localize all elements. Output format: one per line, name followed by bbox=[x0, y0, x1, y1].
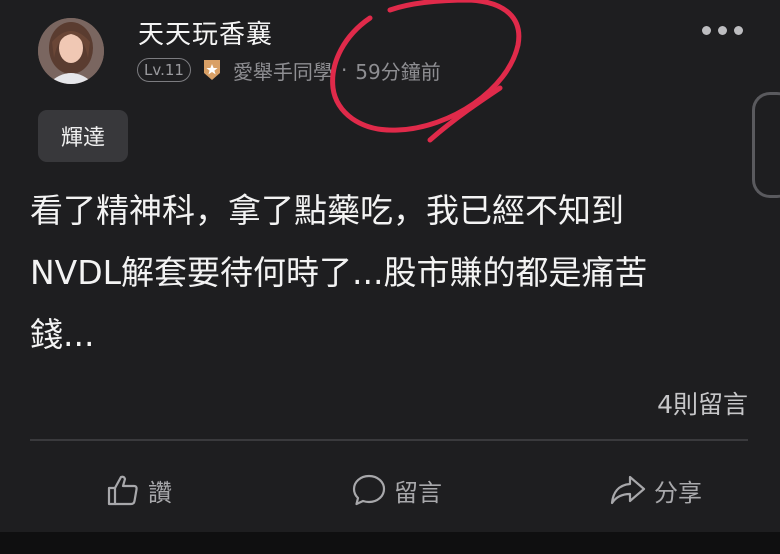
share-button[interactable]: 分享 bbox=[610, 470, 702, 510]
avatar[interactable] bbox=[38, 18, 104, 84]
comment-icon bbox=[352, 474, 386, 506]
more-dot bbox=[734, 25, 743, 35]
like-label: 讚 bbox=[148, 478, 172, 507]
more-dot bbox=[718, 25, 727, 35]
level-badge: Lv.11 bbox=[137, 58, 191, 82]
post-content: 看了精神科，拿了點藥吃，我已經不知到 NVDL解套要待何時了...股市賺的都是痛… bbox=[30, 191, 648, 354]
comment-count[interactable]: 4則留言 bbox=[657, 385, 748, 421]
divider bbox=[30, 439, 748, 441]
comment-label: 留言 bbox=[394, 478, 442, 507]
post-time: 59分鐘前 bbox=[355, 59, 441, 84]
badge-icon bbox=[203, 59, 221, 81]
thumbs-up-icon bbox=[107, 475, 138, 506]
bottom-bar bbox=[0, 532, 780, 554]
comment-button[interactable]: 留言 bbox=[352, 470, 442, 510]
share-label: 分享 bbox=[654, 478, 702, 507]
topic-tag[interactable]: 輝達 bbox=[38, 110, 128, 162]
meta-separator: · bbox=[340, 58, 348, 82]
more-icon[interactable] bbox=[702, 20, 752, 40]
school-name[interactable]: 愛舉手同學 bbox=[233, 56, 333, 85]
avatar-image bbox=[38, 18, 104, 84]
like-button[interactable]: 讚 bbox=[106, 470, 172, 510]
share-icon bbox=[610, 475, 646, 505]
side-handle bbox=[752, 92, 780, 198]
post-meta: Lv.11 愛舉手同學 · 59分鐘前 bbox=[137, 56, 441, 84]
author-name[interactable]: 天天玩香襄 bbox=[138, 14, 273, 51]
more-dot bbox=[702, 25, 711, 35]
